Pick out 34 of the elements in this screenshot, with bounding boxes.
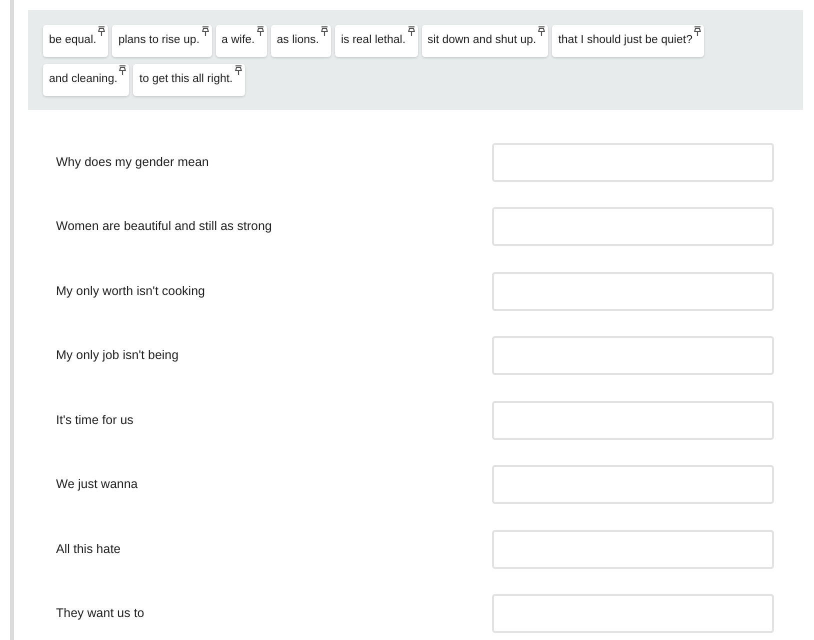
pin-icon [537,26,546,37]
pin-icon [118,65,128,76]
prompt-text: My only job isn't being [56,347,180,364]
word-chip[interactable]: a wife. [216,25,267,57]
word-chip[interactable]: plans to rise up. [112,25,212,57]
pin-icon [234,65,243,76]
pin-icon [200,26,210,37]
pin-icon [320,26,329,37]
word-chip[interactable]: is real lethal. [334,25,418,57]
answer-field[interactable] [492,530,774,569]
answer-field[interactable] [492,207,774,246]
prompt-text: We just wanna [56,476,139,494]
pin-icon [693,26,702,37]
prompt-text: All this hate [56,540,122,558]
word-chip[interactable]: be equal. [43,25,108,57]
word-chip[interactable]: and cleaning. [43,64,130,96]
answer-field[interactable] [492,594,774,634]
answer-field[interactable] [492,142,774,182]
word-chip[interactable]: as lions. [270,25,331,57]
answer-field[interactable] [492,336,774,376]
prompt-text: Women are beautiful and still as strong [56,218,273,236]
answer-field[interactable] [492,400,774,440]
word-chip[interactable]: sit down and shut up. [422,25,548,57]
prompt-text: They want us to [56,605,146,622]
pin-icon [256,26,265,37]
pin-icon [406,26,416,37]
prompt-text: My only worth isn't cooking [56,282,206,300]
word-chip[interactable]: that I should just be quiet? [552,25,704,57]
prompt-text: Why does my gender mean [56,154,210,171]
prompt-text: It's time for us [56,412,134,429]
pin-icon [97,26,106,37]
answer-field[interactable] [492,465,774,504]
answer-field[interactable] [492,272,774,311]
word-chip[interactable]: to get this all right. [133,64,245,96]
